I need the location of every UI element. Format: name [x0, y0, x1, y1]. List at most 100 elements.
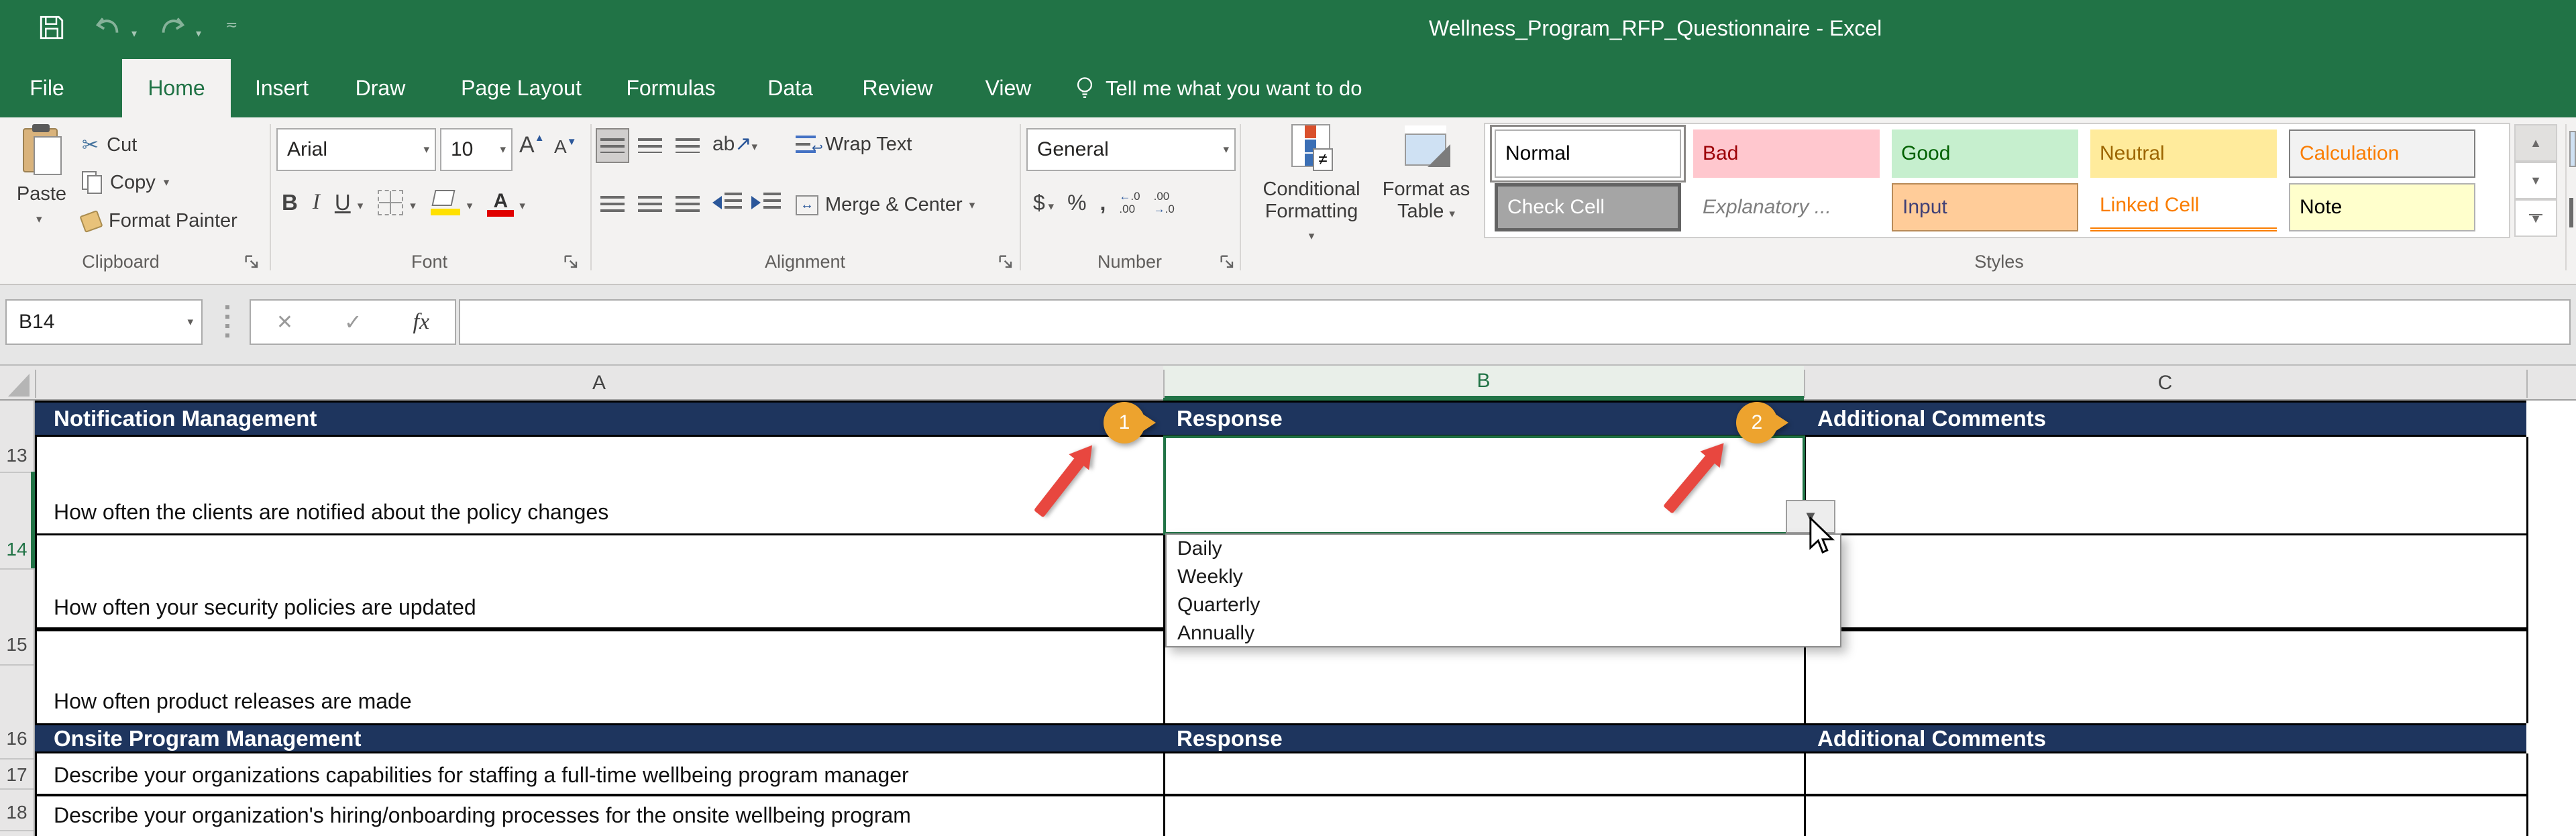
undo-dropdown-icon[interactable]: ▾ — [131, 27, 137, 40]
gallery-more-button[interactable]: ▼ — [2514, 199, 2557, 237]
style-check-cell[interactable]: Check Cell — [1495, 183, 1681, 231]
save-icon[interactable] — [38, 12, 66, 43]
tab-formulas[interactable]: Formulas — [617, 59, 724, 117]
format-as-table-button[interactable]: Format asTable ▾ — [1373, 124, 1480, 223]
style-neutral[interactable]: Neutral — [2090, 129, 2277, 178]
font-family-select[interactable]: Arial▾ — [276, 128, 436, 171]
formula-input[interactable] — [459, 299, 2571, 345]
increase-indent-button[interactable] — [751, 193, 781, 213]
increase-decimal-button[interactable]: ←.0.00 — [1119, 190, 1140, 215]
borders-icon[interactable] — [378, 190, 403, 215]
align-center-button[interactable] — [633, 189, 667, 223]
row-header-15[interactable]: 15 — [0, 634, 34, 656]
tab-review[interactable]: Review — [851, 59, 945, 117]
style-normal[interactable]: Normal — [1495, 129, 1681, 178]
column-header-a[interactable]: A — [35, 366, 1163, 401]
question-cell-a19[interactable]: Describe your organization's hiring/onbo… — [54, 803, 911, 828]
bold-button[interactable]: B — [282, 190, 298, 215]
paste-button[interactable]: Paste ▾ — [9, 127, 74, 245]
clipboard-dialog-launcher[interactable] — [243, 253, 262, 272]
row-header-18[interactable]: 18 — [0, 802, 34, 823]
orientation-button[interactable]: ab↗▾ — [712, 132, 757, 156]
align-left-button[interactable] — [596, 189, 629, 223]
italic-button[interactable]: I — [313, 190, 320, 215]
gallery-scroll-up-button[interactable]: ▲ — [2514, 124, 2557, 162]
tab-view[interactable]: View — [971, 59, 1045, 117]
dropdown-option-weekly[interactable]: Weekly — [1167, 563, 1840, 591]
merge-center-dropdown-icon[interactable]: ▾ — [969, 199, 975, 212]
accounting-format-button[interactable]: $ ▾ — [1033, 191, 1054, 215]
wrap-text-button[interactable]: ↩ Wrap Text — [796, 134, 912, 156]
tab-file[interactable]: File — [7, 59, 87, 117]
underline-dropdown-icon[interactable]: ▾ — [358, 199, 364, 213]
style-linked-cell[interactable]: Linked Cell — [2090, 183, 2277, 231]
row-header-17[interactable]: 17 — [0, 764, 34, 786]
column-header-b[interactable]: B — [1163, 366, 1804, 401]
conditional-formatting-button[interactable]: ≠ ConditionalFormatting ▾ — [1261, 124, 1362, 245]
percent-style-button[interactable]: % — [1067, 191, 1086, 215]
style-calculation[interactable]: Calculation — [2289, 129, 2475, 178]
borders-dropdown-icon[interactable]: ▾ — [410, 199, 416, 213]
format-painter-button[interactable]: Format Painter — [82, 210, 237, 232]
fill-color-button[interactable] — [431, 190, 460, 217]
dropdown-option-quarterly[interactable]: Quarterly — [1167, 591, 1840, 619]
dropdown-option-daily[interactable]: Daily — [1167, 535, 1840, 563]
underline-button[interactable]: U — [335, 190, 351, 215]
question-cell-a18[interactable]: Describe your organizations capabilities… — [54, 763, 909, 788]
select-all-corner[interactable] — [8, 374, 30, 397]
formula-bar-handle[interactable] — [225, 305, 229, 339]
question-cell-a14[interactable]: How often the clients are notified about… — [54, 500, 608, 525]
tab-home[interactable]: Home — [122, 59, 231, 117]
row-header-14[interactable]: 14 — [0, 539, 34, 560]
section-header-row-13[interactable]: Notification Management Response Additio… — [35, 401, 2526, 437]
undo-icon[interactable] — [93, 12, 123, 43]
grow-font-button[interactable]: A▲ — [519, 132, 545, 158]
style-note[interactable]: Note — [2289, 183, 2475, 231]
tab-insert[interactable]: Insert — [241, 59, 322, 117]
alignment-dialog-launcher[interactable] — [997, 253, 1016, 272]
style-explanatory[interactable]: Explanatory ... — [1693, 183, 1880, 231]
number-format-select[interactable]: General▾ — [1026, 128, 1236, 171]
copy-dropdown-icon[interactable]: ▾ — [164, 176, 170, 189]
name-box-dropdown-icon[interactable]: ▾ — [187, 315, 193, 329]
align-right-button[interactable] — [671, 189, 704, 223]
copy-button[interactable]: Copy ▾ — [82, 171, 169, 194]
top-align-button[interactable] — [596, 128, 629, 163]
decrease-decimal-button[interactable]: .00→.0 — [1154, 190, 1175, 215]
style-good[interactable]: Good — [1892, 129, 2078, 178]
row-header-13[interactable]: 13 — [0, 445, 34, 466]
cut-button[interactable]: ✂ Cut — [82, 134, 137, 157]
bottom-align-button[interactable] — [671, 128, 704, 163]
tell-me-box[interactable]: Tell me what you want to do — [1073, 59, 1362, 117]
row-header-16[interactable]: 16 — [0, 728, 34, 749]
question-cell-a16[interactable]: How often product releases are made — [54, 689, 412, 714]
tab-data[interactable]: Data — [757, 59, 824, 117]
redo-icon[interactable] — [157, 12, 188, 43]
question-cell-a15[interactable]: How often your security policies are upd… — [54, 595, 476, 620]
style-bad[interactable]: Bad — [1693, 129, 1880, 178]
enter-icon[interactable]: ✓ — [344, 309, 362, 335]
name-box[interactable]: B14 ▾ — [5, 299, 203, 345]
shrink-font-button[interactable]: A▼ — [554, 136, 577, 158]
cancel-icon[interactable]: ✕ — [276, 311, 293, 334]
style-input[interactable]: Input — [1892, 183, 2078, 231]
column-header-c[interactable]: C — [1804, 366, 2526, 401]
font-color-dropdown-icon[interactable]: ▾ — [519, 199, 525, 213]
middle-align-button[interactable] — [633, 128, 667, 163]
paste-dropdown-icon[interactable]: ▾ — [36, 213, 42, 225]
number-dialog-launcher[interactable] — [1218, 253, 1237, 272]
dropdown-option-annually[interactable]: Annually — [1167, 619, 1840, 647]
tab-draw[interactable]: Draw — [343, 59, 417, 117]
font-dialog-launcher[interactable] — [562, 253, 581, 272]
tab-page-layout[interactable]: Page Layout — [444, 59, 598, 117]
font-color-button[interactable]: A — [487, 190, 514, 217]
decrease-indent-button[interactable] — [712, 193, 742, 213]
accounting-dropdown-icon[interactable]: ▾ — [1045, 200, 1054, 213]
comma-style-button[interactable]: , — [1100, 191, 1106, 215]
section-header-row-17[interactable]: Onsite Program Management Response Addit… — [35, 723, 2526, 753]
font-size-select[interactable]: 10▾ — [440, 128, 513, 171]
merge-center-button[interactable]: ↔ Merge & Center ▾ — [796, 194, 975, 216]
redo-dropdown-icon[interactable]: ▾ — [196, 27, 201, 40]
customize-quick-access-icon[interactable]: ≂ — [225, 16, 237, 34]
insert-function-icon[interactable]: fx — [413, 309, 430, 335]
